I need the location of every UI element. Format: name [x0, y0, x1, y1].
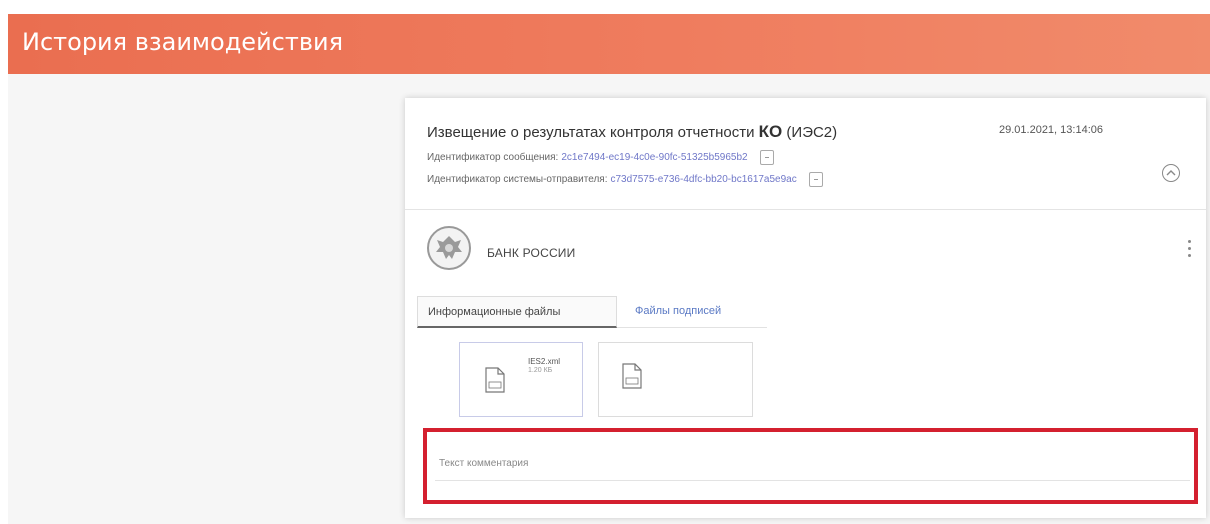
message-title-code: (ИЭС2): [786, 124, 838, 141]
page-title: История взаимодействия: [22, 28, 344, 56]
file-name: IES2.xml: [528, 357, 561, 366]
txt-file-icon: [622, 363, 642, 389]
comment-field-highlight: Текст комментария: [423, 428, 1198, 504]
copy-icon[interactable]: [808, 172, 823, 187]
message-id-row: Идентификатор сообщения: 2c1e7494-ec19-4…: [427, 150, 774, 165]
message-id-value: 2c1e7494-ec19-4c0e-90fc-51325b5965b2: [561, 152, 748, 163]
sender-name: БАНК РОССИИ: [487, 246, 576, 260]
sender-system-id-label: Идентификатор системы-отправителя:: [427, 174, 608, 185]
message-title-text: Извещение о результатах контроля отчетно…: [427, 124, 755, 141]
sender-system-id-row: Идентификатор системы-отправителя: c73d7…: [427, 172, 823, 187]
file-size: 1.20 КБ: [528, 367, 553, 374]
message-header[interactable]: Извещение о результатах контроля отчетно…: [405, 98, 1206, 210]
message-title-bold: КО: [758, 122, 783, 141]
copy-icon[interactable]: [759, 150, 774, 165]
tab-signature-files[interactable]: Файлы подписей: [635, 296, 721, 328]
message-date: 29.01.2021, 13:14:06: [999, 124, 1103, 136]
page-header: История взаимодействия: [8, 14, 1210, 74]
sender-system-id-value: c73d7575-e736-4dfc-bb20-bc1617a5e9ac: [610, 174, 797, 185]
message-id-label: Идентификатор сообщения:: [427, 152, 559, 163]
tabs-divider: [617, 327, 767, 328]
collapse-button[interactable]: [1162, 164, 1180, 182]
more-options-icon[interactable]: [1184, 240, 1194, 266]
bank-emblem-icon: [427, 226, 471, 270]
chevron-up-icon: [1166, 170, 1176, 176]
xml-file-icon: [485, 367, 505, 393]
tab-info-files[interactable]: Информационные файлы: [417, 296, 617, 328]
message-card: Извещение о результатах контроля отчетно…: [405, 98, 1206, 518]
comment-underline: [435, 480, 1190, 481]
file-card[interactable]: [598, 342, 753, 417]
file-card[interactable]: IES2.xml 1.20 КБ: [459, 342, 583, 417]
comment-input[interactable]: Текст комментария: [439, 458, 528, 469]
message-title: Извещение о результатах контроля отчетно…: [427, 122, 837, 142]
